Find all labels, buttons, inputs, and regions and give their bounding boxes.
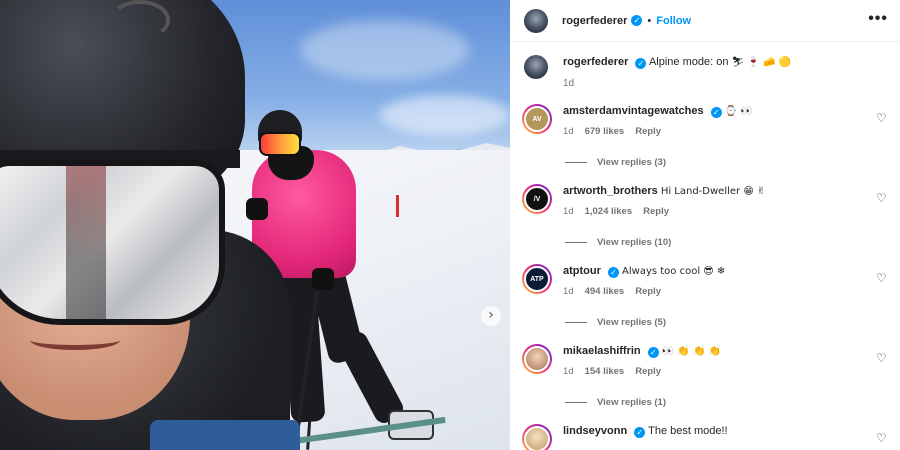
- author-avatar[interactable]: [524, 55, 548, 79]
- commenter-username[interactable]: lindseyvonn: [563, 425, 627, 437]
- goggle-reflection: [66, 166, 106, 319]
- commenter-avatar-image: [524, 346, 550, 372]
- comment-time: 1d: [563, 126, 574, 137]
- view-replies-button[interactable]: View replies (5): [565, 317, 666, 328]
- replies-line: [565, 322, 587, 323]
- commenter-avatar[interactable]: [522, 424, 552, 450]
- comment-text: ⌚ 👀: [724, 106, 753, 117]
- commenter-avatar-image: /V: [524, 186, 550, 212]
- commenter-avatar[interactable]: AV: [522, 104, 552, 134]
- like-heart-icon[interactable]: ♡: [876, 352, 888, 364]
- comment: lindseyvonn ✓ The best mode!! ♡: [522, 424, 892, 450]
- like-heart-icon[interactable]: ♡: [876, 432, 888, 444]
- reply-button[interactable]: Reply: [635, 286, 661, 297]
- comment-text: The best mode!!: [648, 425, 728, 437]
- comment-time: 1d: [563, 286, 574, 297]
- commenter-username[interactable]: mikaelashiffrin: [563, 345, 641, 357]
- reply-button[interactable]: Reply: [635, 366, 661, 377]
- comment: AV amsterdamvintagewatches ✓ ⌚ 👀 1d 679 l…: [522, 104, 892, 139]
- comment-likes[interactable]: 679 likes: [585, 126, 625, 137]
- verified-icon: ✓: [647, 347, 659, 358]
- next-photo-button[interactable]: ›: [481, 306, 501, 326]
- commenter-avatar[interactable]: ATP: [522, 264, 552, 294]
- replies-line: [565, 162, 587, 163]
- selfie-goggles: [0, 160, 225, 325]
- view-replies-button[interactable]: View replies (1): [565, 397, 666, 408]
- author-avatar[interactable]: [524, 8, 548, 33]
- post-photo[interactable]: ›: [0, 0, 510, 450]
- skier-goggles: [259, 132, 301, 156]
- reply-button[interactable]: Reply: [643, 206, 669, 217]
- comment-likes[interactable]: 494 likes: [585, 286, 625, 297]
- commenter-username[interactable]: atptour: [563, 265, 601, 277]
- selfie-smile: [30, 330, 120, 350]
- view-replies-button[interactable]: View replies (3): [565, 157, 666, 168]
- selfie-collar: [150, 420, 300, 450]
- reply-button[interactable]: Reply: [635, 126, 661, 137]
- glove: [246, 198, 268, 220]
- cloud: [380, 95, 510, 135]
- commenter-avatar[interactable]: /V: [522, 184, 552, 214]
- post-caption: rogerfederer ✓ Alpine mode: on ⛷ 🍷 🧀 🟡 1…: [524, 55, 791, 91]
- commenter-avatar-image: ATP: [524, 266, 550, 292]
- commenter-avatar[interactable]: [522, 344, 552, 374]
- slope-marker: [396, 195, 399, 217]
- author-username[interactable]: rogerfederer: [562, 15, 627, 27]
- verified-icon: ✓: [710, 107, 722, 118]
- view-replies-label[interactable]: View replies (5): [597, 317, 666, 328]
- verified-icon: ✓: [607, 267, 619, 278]
- post-side-panel: rogerfederer ✓ • Follow ••• rogerfederer…: [510, 0, 900, 450]
- replies-line: [565, 402, 587, 403]
- view-replies-button[interactable]: View replies (10): [565, 237, 671, 248]
- helmet-vent: [110, 0, 170, 40]
- comment-text: Hi Land-Dweller 😁 ✌: [660, 186, 766, 197]
- comment-text: Always too cool 😎 ❄: [622, 266, 726, 277]
- follow-button[interactable]: Follow: [656, 15, 691, 27]
- verified-icon: ✓: [634, 427, 646, 438]
- comment-likes[interactable]: 154 likes: [585, 366, 625, 377]
- like-heart-icon[interactable]: ♡: [876, 272, 888, 284]
- verified-icon: ✓: [635, 58, 647, 69]
- commenter-avatar-image: AV: [524, 106, 550, 132]
- comment-time: 1d: [563, 206, 574, 217]
- commenter-avatar-image: [524, 426, 550, 450]
- cloud: [300, 20, 470, 80]
- verified-icon: ✓: [631, 15, 643, 26]
- caption-emoji: ⛷ 🍷 🧀 🟡: [731, 57, 792, 68]
- comment-text: 👀 👏 👏 👏: [661, 346, 722, 357]
- replies-line: [565, 242, 587, 243]
- like-heart-icon[interactable]: ♡: [876, 192, 888, 204]
- commenter-username[interactable]: amsterdamvintagewatches: [563, 105, 704, 117]
- view-replies-label[interactable]: View replies (3): [597, 157, 666, 168]
- glove: [312, 268, 334, 290]
- comment-likes[interactable]: 1,024 likes: [585, 206, 633, 217]
- comment: /V artworth_brothers Hi Land-Dweller 😁 ✌…: [522, 184, 892, 219]
- more-options-icon[interactable]: •••: [868, 10, 888, 28]
- commenter-username[interactable]: artworth_brothers: [563, 185, 658, 197]
- like-heart-icon[interactable]: ♡: [876, 112, 888, 124]
- caption-username[interactable]: rogerfederer: [563, 56, 628, 68]
- separator-dot: •: [647, 14, 652, 27]
- comment: mikaelashiffrin ✓ 👀 👏 👏 👏 1d 154 likes Rep…: [522, 344, 892, 379]
- view-replies-label[interactable]: View replies (1): [597, 397, 666, 408]
- comment-time: 1d: [563, 366, 574, 377]
- caption-text: Alpine mode: on: [648, 56, 729, 68]
- post-header: rogerfederer ✓ • Follow •••: [510, 0, 900, 42]
- comment: ATP atptour ✓ Always too cool 😎 ❄ 1d 494 …: [522, 264, 892, 299]
- view-replies-label[interactable]: View replies (10): [597, 237, 671, 248]
- caption-time: 1d: [563, 78, 575, 89]
